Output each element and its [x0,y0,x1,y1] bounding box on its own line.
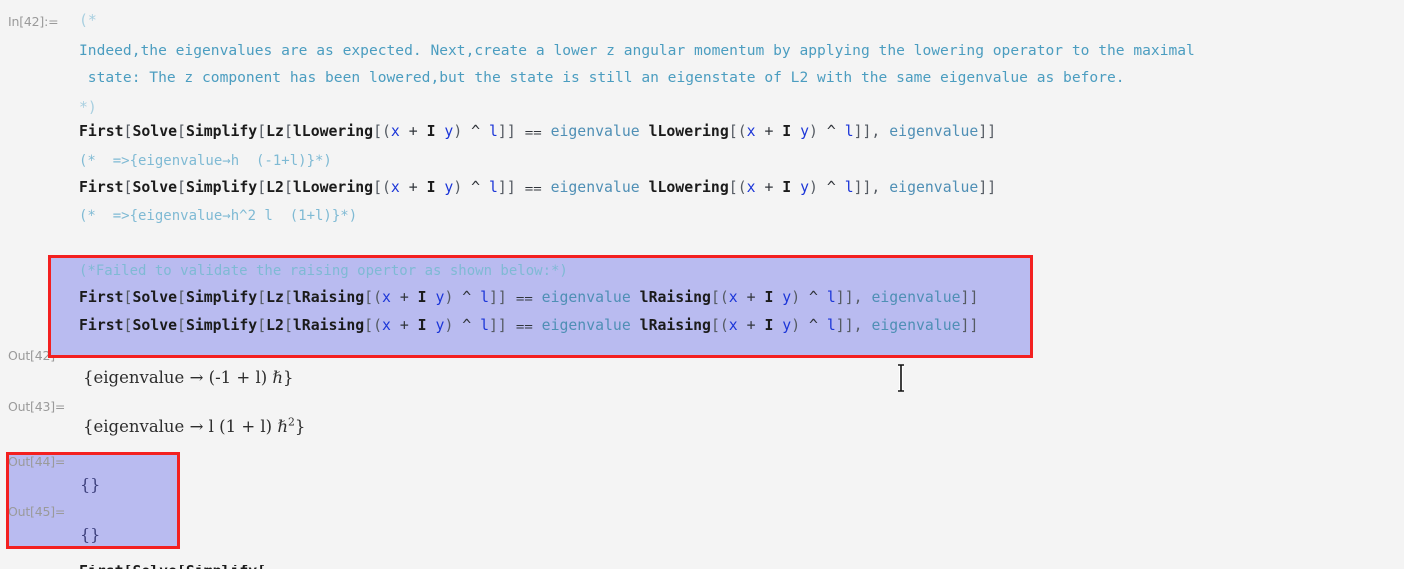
result-comment-2: (* =>{eigenvalue→h^2 l (1+l)}*) [79,208,358,224]
code-token-25: ( [737,123,747,140]
code-token-32: ^ [817,179,845,196]
code-token-18: l [489,179,498,196]
comment-open-token: (* [79,12,97,29]
code-token-10: ( [382,123,391,140]
code-token-7: [ [283,123,293,140]
code-token-4: Simplify [185,123,258,140]
code-token-24: [ [728,123,738,140]
code-token-7: [ [283,179,293,196]
out-43-expression: {eigenvalue → l (1 + l) ℏ2} [83,415,306,436]
code-token-35: eigenvalue [889,123,979,140]
out-42-expression: {eigenvalue → (-1 + l) ℏ} [83,368,294,387]
out-43-exponent: 2 [288,415,295,429]
code-token-6: L2 [266,179,284,196]
code-token-5: [ [257,123,267,140]
code-token-11: x [390,179,400,196]
code-token-15: y [444,123,454,140]
code-token-36: ]] [978,123,997,140]
comment-open-line: (* [79,12,97,29]
code-token-34: ]], [853,179,890,196]
code-token-30: y [800,179,810,196]
selection-border-input-cell[interactable] [48,255,1033,358]
code-token-29 [791,179,800,196]
clipped-next-line: First[Solve[Simplify[ [79,565,979,569]
code-token-2: Solve [132,179,178,196]
code-token-16: ) [453,179,463,196]
code-token-23: lLowering [648,179,729,196]
code-token-16: ) [453,123,463,140]
out-43-expression-body: {eigenvalue → l (1 + l) ℏ [83,417,288,436]
code-token-27: + [755,179,783,196]
code-line-l2-lowering[interactable]: First[Solve[Simplify[L2[lLowering[(x + I… [79,179,997,196]
code-token-28: I [782,123,792,140]
result-comment-1: (* =>{eigenvalue→h (-1+l)}*) [79,153,332,169]
code-token-3: [ [177,179,186,196]
notebook-canvas[interactable]: In[42]:= (* Indeed,the eigenvalues are a… [0,0,1404,569]
code-token-23: lLowering [648,123,729,140]
code-token-0: First [79,123,124,140]
code-token-17: ^ [462,123,489,140]
code-token-31: ) [809,123,818,140]
out-43-expression-close: } [294,417,306,436]
comment-close-token: *) [79,99,97,116]
code-token-6: Lz [266,123,284,140]
code-token-30: y [800,123,810,140]
out-43-label: Out[43]= [8,399,66,414]
prose-line-2: state: The z component has been lowered,… [79,69,1125,86]
comment-close-line: *) [79,99,97,116]
code-token-8: lLowering [292,123,374,140]
code-token-10: ( [382,179,391,196]
code-token-20: ⩵ [515,123,551,140]
code-token-28: I [782,179,792,196]
code-token-18: l [489,123,498,140]
code-line-lz-lowering[interactable]: First[Solve[Simplify[Lz[lLowering[(x + I… [79,123,997,140]
code-token-13: I [426,179,436,196]
code-token-26: x [746,179,756,196]
code-token-12: + [399,179,427,196]
code-token-12: + [399,123,427,140]
code-token-20: ⩵ [515,179,551,196]
code-token-15: y [444,179,454,196]
in-42-label: In[42]:= [8,14,59,29]
code-token-5: [ [257,179,267,196]
code-token-31: ) [809,179,818,196]
code-token-22 [640,123,649,140]
text-cursor-ibeam [898,364,904,392]
code-token-34: ]], [853,123,890,140]
prose-line-1: Indeed,the eigenvalues are as expected. … [79,42,1195,59]
code-token-9: [ [373,123,382,140]
code-token-8: lLowering [292,179,374,196]
code-token-22 [640,179,649,196]
code-token-24: [ [728,179,738,196]
code-token-19: ]] [497,179,516,196]
code-token-25: ( [737,179,747,196]
code-token-4: Simplify [185,179,258,196]
code-token-13: I [426,123,436,140]
code-token-3: [ [177,123,186,140]
selection-border-output-cells[interactable] [6,452,180,549]
code-token-2: Solve [132,123,178,140]
code-token-19: ]] [497,123,516,140]
code-token-35: eigenvalue [889,179,979,196]
code-token-33: l [844,123,854,140]
code-token-27: + [755,123,783,140]
code-token-21: eigenvalue [550,179,640,196]
code-token-9: [ [373,179,382,196]
code-token-17: ^ [462,179,489,196]
code-token-32: ^ [817,123,845,140]
code-token-0: First [79,179,124,196]
code-token-26: x [746,123,756,140]
code-token-11: x [390,123,400,140]
code-token-36: ]] [978,179,997,196]
code-token-29 [791,123,800,140]
code-token-21: eigenvalue [550,123,640,140]
code-token-33: l [844,179,854,196]
